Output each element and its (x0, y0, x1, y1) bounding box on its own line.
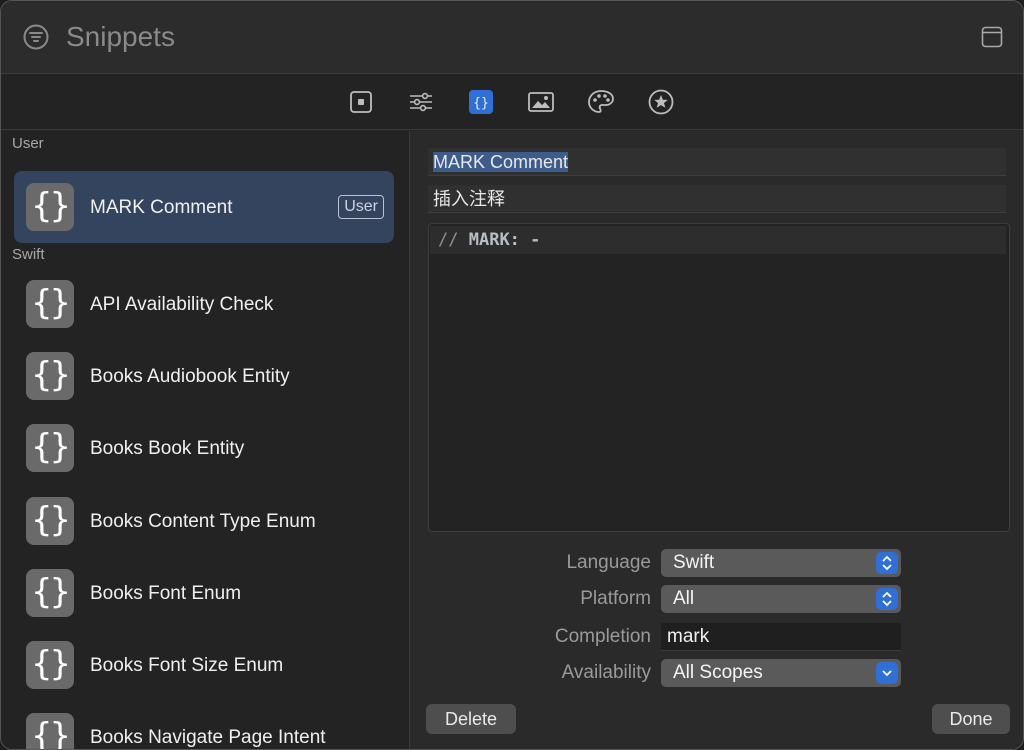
platform-value: All (673, 588, 695, 609)
snippet-label: MARK Comment (90, 197, 233, 218)
group-header-swift: Swift (12, 246, 45, 263)
snippet-row-mark-comment[interactable]: {} MARK Comment User (14, 171, 394, 243)
snippet-label: Books Book Entity (90, 438, 245, 459)
title-bar: Snippets (1, 1, 1023, 74)
platform-popup[interactable]: All (661, 585, 901, 613)
snippet-braces-icon: {} (26, 424, 74, 472)
window-title: Snippets (66, 21, 175, 52)
snippet-braces-icon: {} (26, 352, 74, 400)
snippet-row[interactable]: {} Books Audiobook Entity (14, 340, 394, 412)
sliders-icon[interactable] (407, 88, 435, 116)
platform-label: Platform (580, 588, 651, 609)
snippet-label: Books Content Type Enum (90, 511, 316, 532)
snippet-braces-icon: {} (26, 641, 74, 689)
snippet-braces-icon: {} (26, 497, 74, 545)
completion-label: Completion (554, 626, 651, 647)
snippet-braces-icon: {} (26, 183, 74, 231)
delete-button[interactable]: Delete (426, 704, 516, 734)
code-editor[interactable]: // MARK: - (428, 223, 1010, 532)
code-mark-text: MARK: - (468, 230, 541, 250)
snippet-row[interactable]: {} Books Content Type Enum (14, 485, 394, 557)
code-line: // MARK: - (430, 226, 1006, 254)
availability-label: Availability (561, 662, 651, 683)
media-image-icon[interactable] (527, 88, 555, 116)
snippet-label: Books Audiobook Entity (90, 366, 290, 387)
group-header-user: User (12, 135, 44, 152)
window-layout-icon[interactable] (981, 26, 1003, 48)
language-popup[interactable]: Swift (661, 549, 901, 577)
snippet-editor: MARK Comment 插入注释 // MARK: - Language Sw… (410, 131, 1023, 749)
snippet-braces-icon: {} (26, 569, 74, 617)
snippet-label: Books Navigate Page Intent (90, 727, 326, 748)
snippet-title-field[interactable]: MARK Comment (428, 148, 1006, 176)
snippet-row[interactable]: {} Books Font Size Enum (14, 629, 394, 701)
snippets-braces-icon[interactable]: {} (467, 88, 495, 116)
filter-icon[interactable] (23, 24, 49, 50)
snippet-braces-icon: {} (26, 280, 74, 328)
snippet-summary-field[interactable]: 插入注释 (428, 185, 1006, 213)
done-button[interactable]: Done (932, 704, 1010, 734)
snippet-row[interactable]: {} Books Navigate Page Intent (14, 701, 394, 749)
snippet-row[interactable]: {} Books Font Enum (14, 557, 394, 629)
color-palette-icon[interactable] (587, 88, 615, 116)
library-toolbar: {} (1, 74, 1023, 130)
availability-popup[interactable]: All Scopes (661, 659, 901, 687)
star-circle-icon[interactable] (647, 88, 675, 116)
language-value: Swift (673, 552, 715, 573)
snippet-label: Books Font Size Enum (90, 655, 284, 676)
snippet-title-text: MARK Comment (433, 152, 569, 172)
snippet-braces-icon: {} (26, 713, 74, 749)
chevron-up-down-icon (876, 588, 898, 610)
svg-text:{}: {} (473, 96, 489, 111)
snippet-row[interactable]: {} API Availability Check (14, 268, 394, 340)
chevron-up-down-icon (876, 552, 898, 574)
chevron-down-icon (876, 662, 898, 684)
snippet-row[interactable]: {} Books Book Entity (14, 412, 394, 484)
snippets-window: Snippets {} User {} MARK Comment User Sw… (0, 0, 1024, 750)
language-label: Language (566, 552, 651, 573)
snippet-list: User {} MARK Comment User Swift {} API A… (1, 131, 410, 749)
user-badge: User (338, 195, 384, 219)
availability-value: All Scopes (673, 662, 763, 683)
snippet-label: Books Font Enum (90, 583, 242, 604)
completion-field[interactable]: mark (661, 623, 901, 651)
code-comment-slashes: // (438, 230, 459, 250)
snippet-label: API Availability Check (90, 294, 274, 315)
file-templates-icon[interactable] (347, 88, 375, 116)
